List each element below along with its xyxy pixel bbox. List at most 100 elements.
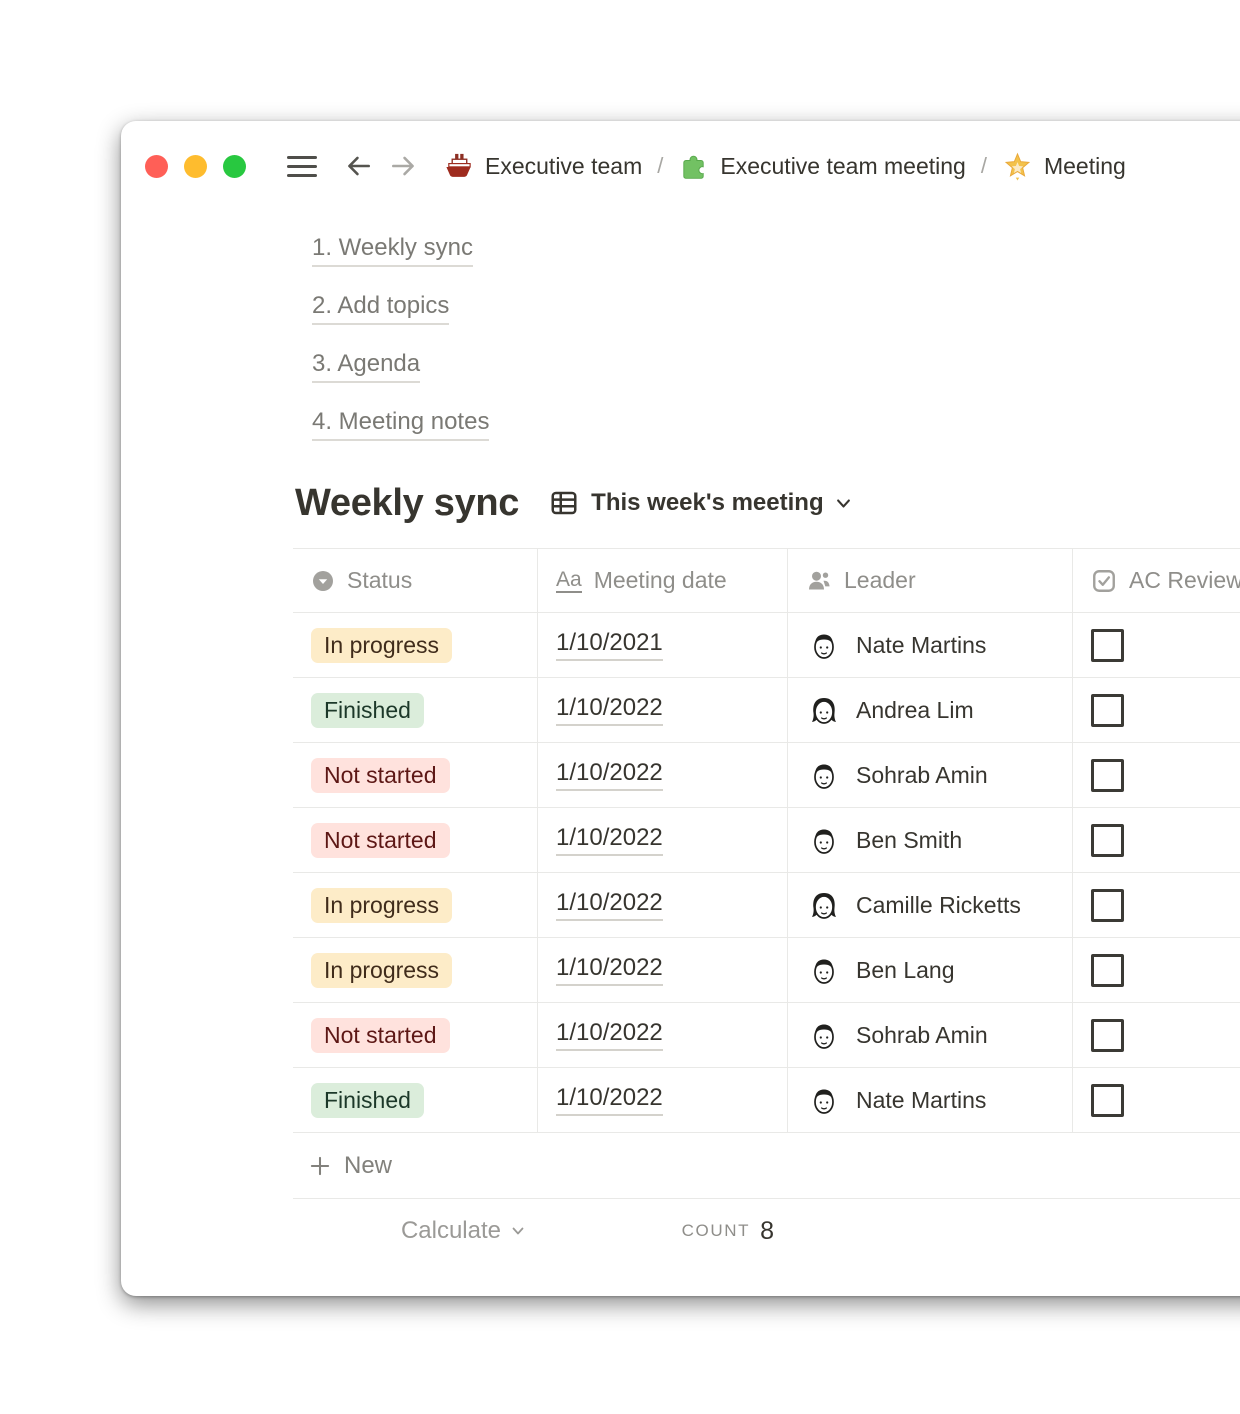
table-of-contents: 1. Weekly sync 2. Add topics 3. Agenda 4… bbox=[312, 221, 489, 453]
ac-reviewed-checkbox[interactable] bbox=[1091, 889, 1124, 922]
status-cell: In progress bbox=[293, 613, 538, 677]
toc-link-agenda[interactable]: 3. Agenda bbox=[312, 350, 420, 383]
notion-window: Executive team / Executive team meeting … bbox=[121, 121, 1240, 1296]
ac-reviewed-checkbox[interactable] bbox=[1091, 1084, 1124, 1117]
avatar bbox=[806, 952, 842, 988]
close-button[interactable] bbox=[145, 155, 168, 178]
column-header-ac-reviewed[interactable]: AC Reviewed bbox=[1073, 549, 1240, 612]
status-badge[interactable]: In progress bbox=[311, 888, 452, 923]
meeting-date-cell: 1/10/2022 bbox=[538, 743, 788, 807]
status-cell: In progress bbox=[293, 873, 538, 937]
meeting-date-cell: 1/10/2022 bbox=[538, 1068, 788, 1132]
toc-link-meeting-notes[interactable]: 4. Meeting notes bbox=[312, 408, 489, 441]
ac-reviewed-cell bbox=[1073, 1068, 1240, 1132]
status-cell: Finished bbox=[293, 1068, 538, 1132]
ac-reviewed-cell bbox=[1073, 1003, 1240, 1067]
status-badge[interactable]: Not started bbox=[311, 1018, 450, 1053]
table-view-icon bbox=[549, 488, 579, 518]
toc-link-add-topics[interactable]: 2. Add topics bbox=[312, 292, 449, 325]
status-cell: Finished bbox=[293, 678, 538, 742]
back-arrow-icon[interactable] bbox=[343, 151, 373, 181]
status-badge[interactable]: Not started bbox=[311, 823, 450, 858]
breadcrumb: Executive team / Executive team meeting … bbox=[443, 151, 1126, 182]
avatar bbox=[806, 1082, 842, 1118]
ac-reviewed-checkbox[interactable] bbox=[1091, 824, 1124, 857]
table-row: Not started 1/10/2022 Ben Smith bbox=[293, 808, 1240, 873]
leader-cell[interactable]: Sohrab Amin bbox=[788, 743, 1073, 807]
count-aggregate[interactable]: COUNT 8 bbox=[538, 1217, 788, 1246]
avatar bbox=[806, 627, 842, 663]
ac-reviewed-checkbox[interactable] bbox=[1091, 759, 1124, 792]
status-badge[interactable]: Finished bbox=[311, 1083, 424, 1118]
leader-name: Ben Lang bbox=[856, 957, 954, 984]
avatar bbox=[806, 1017, 842, 1053]
meeting-date-link[interactable]: 1/10/2022 bbox=[556, 694, 663, 726]
meeting-date-link[interactable]: 1/10/2022 bbox=[556, 889, 663, 921]
table-row: In progress 1/10/2022 Camille Ricketts bbox=[293, 873, 1240, 938]
table-row: Not started 1/10/2022 Sohrab Amin bbox=[293, 743, 1240, 808]
ac-reviewed-cell bbox=[1073, 873, 1240, 937]
column-header-leader[interactable]: Leader bbox=[788, 549, 1073, 612]
view-name: This week's meeting bbox=[591, 489, 823, 517]
new-row-button[interactable]: New bbox=[293, 1133, 1240, 1199]
breadcrumb-label: Meeting bbox=[1044, 153, 1126, 180]
leader-name: Nate Martins bbox=[856, 1087, 986, 1114]
ac-reviewed-cell bbox=[1073, 743, 1240, 807]
leader-cell[interactable]: Ben Smith bbox=[788, 808, 1073, 872]
view-tab-this-weeks-meeting[interactable]: This week's meeting bbox=[549, 488, 852, 518]
database-title: Weekly sync bbox=[295, 482, 519, 525]
ac-reviewed-checkbox[interactable] bbox=[1091, 629, 1124, 662]
leader-cell[interactable]: Ben Lang bbox=[788, 938, 1073, 1002]
table-row: Not started 1/10/2022 Sohrab Amin bbox=[293, 1003, 1240, 1068]
leader-cell[interactable]: Andrea Lim bbox=[788, 678, 1073, 742]
table-header-row: Status Aa Meeting date Leader bbox=[293, 548, 1240, 613]
table-footer: Calculate COUNT 8 bbox=[293, 1199, 1240, 1263]
calculate-button[interactable]: Calculate bbox=[293, 1217, 538, 1245]
leader-name: Camille Ricketts bbox=[856, 892, 1021, 919]
column-header-status[interactable]: Status bbox=[293, 549, 538, 612]
ac-reviewed-checkbox[interactable] bbox=[1091, 1019, 1124, 1052]
ac-reviewed-cell bbox=[1073, 613, 1240, 677]
breadcrumb-executive-team[interactable]: Executive team bbox=[443, 151, 642, 182]
zoom-button[interactable] bbox=[223, 155, 246, 178]
meeting-date-cell: 1/10/2022 bbox=[538, 873, 788, 937]
meeting-date-link[interactable]: 1/10/2022 bbox=[556, 1019, 663, 1051]
ac-reviewed-checkbox[interactable] bbox=[1091, 954, 1124, 987]
ac-reviewed-checkbox[interactable] bbox=[1091, 694, 1124, 727]
breadcrumb-executive-team-meeting[interactable]: Executive team meeting bbox=[678, 151, 965, 182]
status-badge[interactable]: In progress bbox=[311, 628, 452, 663]
toc-item: 2. Add topics bbox=[312, 279, 489, 337]
ship-icon bbox=[443, 151, 474, 182]
status-cell: Not started bbox=[293, 1003, 538, 1067]
toc-item: 3. Agenda bbox=[312, 337, 489, 395]
weekly-sync-table: Status Aa Meeting date Leader bbox=[293, 548, 1240, 1263]
meeting-date-link[interactable]: 1/10/2022 bbox=[556, 954, 663, 986]
avatar bbox=[806, 887, 842, 923]
forward-arrow-icon[interactable] bbox=[389, 151, 419, 181]
column-header-meeting-date[interactable]: Aa Meeting date bbox=[538, 549, 788, 612]
avatar bbox=[806, 757, 842, 793]
leader-cell[interactable]: Nate Martins bbox=[788, 1068, 1073, 1132]
status-type-icon bbox=[311, 569, 335, 593]
column-label: Status bbox=[347, 567, 412, 594]
toc-link-weekly-sync[interactable]: 1. Weekly sync bbox=[312, 234, 473, 267]
breadcrumb-separator: / bbox=[981, 153, 987, 179]
status-badge[interactable]: Not started bbox=[311, 758, 450, 793]
leader-cell[interactable]: Sohrab Amin bbox=[788, 1003, 1073, 1067]
leader-cell[interactable]: Nate Martins bbox=[788, 613, 1073, 677]
meeting-date-link[interactable]: 1/10/2022 bbox=[556, 824, 663, 856]
glowing-star-icon bbox=[1002, 151, 1033, 182]
meeting-date-link[interactable]: 1/10/2022 bbox=[556, 759, 663, 791]
leader-cell[interactable]: Camille Ricketts bbox=[788, 873, 1073, 937]
hamburger-menu-icon[interactable] bbox=[287, 156, 317, 177]
status-badge[interactable]: In progress bbox=[311, 953, 452, 988]
breadcrumb-separator: / bbox=[657, 153, 663, 179]
breadcrumb-meeting[interactable]: Meeting bbox=[1002, 151, 1126, 182]
minimize-button[interactable] bbox=[184, 155, 207, 178]
leader-name: Sohrab Amin bbox=[856, 762, 988, 789]
meeting-date-link[interactable]: 1/10/2021 bbox=[556, 629, 663, 661]
ac-reviewed-cell bbox=[1073, 678, 1240, 742]
puzzle-icon bbox=[678, 151, 709, 182]
status-badge[interactable]: Finished bbox=[311, 693, 424, 728]
meeting-date-link[interactable]: 1/10/2022 bbox=[556, 1084, 663, 1116]
